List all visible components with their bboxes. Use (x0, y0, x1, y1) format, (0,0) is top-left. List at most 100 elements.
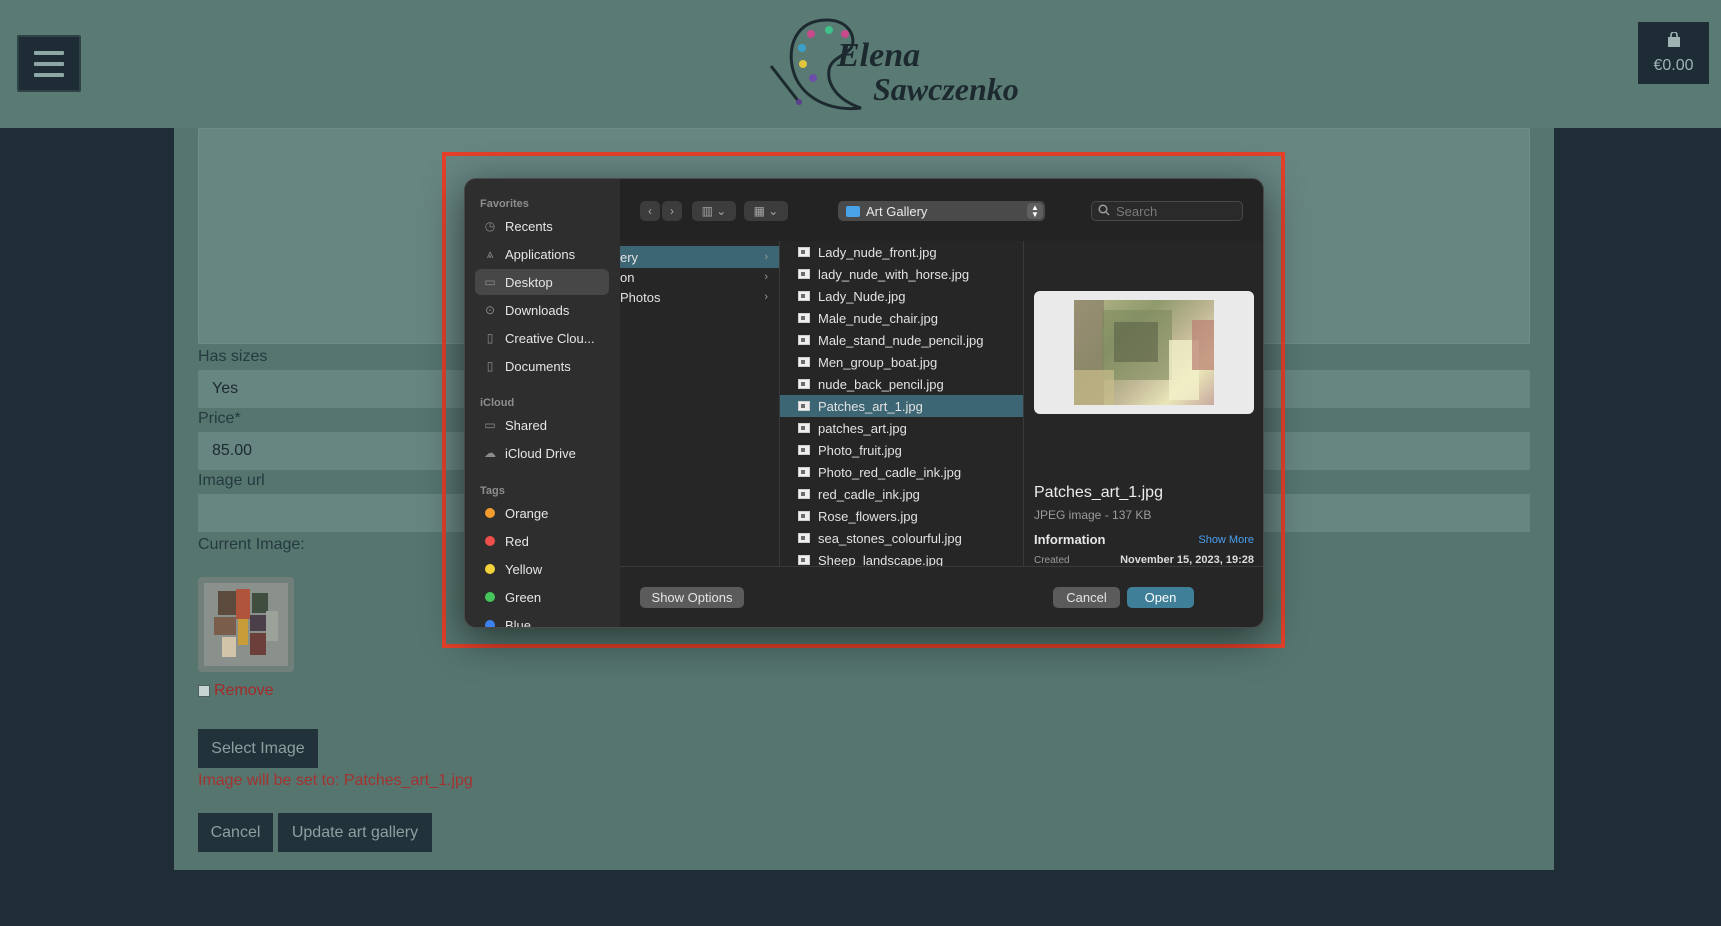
folder-icon (846, 205, 860, 217)
sidebar-tag-red[interactable]: Red (475, 528, 609, 554)
file-row[interactable]: Photo_red_cadle_ink.jpg (780, 461, 1023, 483)
dialog-sidebar: Favorites ◷ Recents ⩓ Applications ▭ Des… (465, 179, 620, 627)
sidebar-item-recents[interactable]: ◷ Recents (475, 213, 609, 239)
logo-text-first: Elena (836, 37, 920, 74)
site-logo[interactable]: Elena Sawczenko (765, 8, 1055, 120)
menu-bar (34, 50, 64, 55)
column-item-gallery[interactable]: ery › (620, 246, 779, 268)
select-image-button[interactable]: Select Image (198, 729, 318, 768)
sidebar-item-downloads[interactable]: ⊙ Downloads (475, 297, 609, 323)
search-field[interactable]: Search (1091, 201, 1243, 221)
file-row[interactable]: Male_stand_nude_pencil.jpg (780, 329, 1023, 351)
hamburger-menu-button[interactable] (17, 35, 81, 92)
cart-button[interactable]: €0.00 (1638, 22, 1709, 84)
green-tag-dot-icon (485, 592, 495, 602)
sidebar-tag-yellow[interactable]: Yellow (475, 556, 609, 582)
forward-button[interactable]: › (662, 201, 682, 221)
show-options-button[interactable]: Show Options (640, 587, 744, 608)
sidebar-item-label: Green (505, 589, 542, 605)
column-item-label: on (620, 269, 635, 285)
image-file-icon (798, 511, 810, 521)
file-name: nude_back_pencil.jpg (818, 376, 944, 392)
image-file-icon (798, 313, 810, 323)
file-row[interactable]: Photo_fruit.jpg (780, 439, 1023, 461)
sidebar-item-icloud-drive[interactable]: ☁ iCloud Drive (475, 440, 609, 466)
remove-image-checkbox-row[interactable]: Remove (198, 682, 274, 700)
back-button[interactable]: ‹ (640, 201, 660, 221)
created-label: Created (1034, 555, 1070, 566)
shopping-bag-icon (1667, 30, 1681, 53)
file-name: lady_nude_with_horse.jpg (818, 266, 970, 282)
sidebar-item-label: Recents (505, 218, 553, 234)
file-row[interactable]: Men_group_boat.jpg (780, 351, 1023, 373)
update-art-gallery-button[interactable]: Update art gallery (278, 813, 432, 852)
location-label: Art Gallery (866, 203, 928, 219)
yellow-tag-dot-icon (485, 564, 495, 574)
current-image-label: Current Image: (198, 536, 305, 553)
file-list-column: Lady_nude_front.jpg lady_nude_with_horse… (780, 241, 1024, 566)
column-item-label: Photos (620, 289, 661, 305)
file-name: Male_nude_chair.jpg (818, 310, 938, 326)
file-name: sea_stones_colourful.jpg (818, 530, 962, 546)
cancel-button[interactable]: Cancel (1053, 587, 1120, 608)
site-header: Elena Sawczenko €0.00 (0, 0, 1721, 128)
file-name: patches_art.jpg (818, 420, 907, 436)
column-item-label: ery (620, 249, 639, 265)
sidebar-tag-orange[interactable]: Orange (475, 500, 609, 526)
cancel-form-button[interactable]: Cancel (198, 813, 273, 852)
file-row[interactable]: Lady_nude_front.jpg (780, 241, 1023, 263)
column-item-photos[interactable]: Photos › (620, 286, 779, 308)
image-file-icon (798, 555, 810, 565)
sidebar-item-label: Downloads (505, 302, 570, 318)
sidebar-tag-blue[interactable]: Blue (475, 612, 609, 627)
preview-image (1034, 291, 1254, 414)
chevron-right-icon: › (764, 291, 768, 303)
file-row[interactable]: sea_stones_colourful.jpg (780, 527, 1023, 549)
group-by-button[interactable]: ▦ ⌄ (744, 201, 788, 221)
sidebar-item-label: Red (505, 533, 529, 549)
file-row[interactable]: nude_back_pencil.jpg (780, 373, 1023, 395)
file-name: Lady_nude_front.jpg (818, 244, 937, 260)
sidebar-tag-green[interactable]: Green (475, 584, 609, 610)
view-mode-button[interactable]: ▥ ⌄ (692, 201, 736, 221)
sidebar-item-creative-cloud[interactable]: ▯ Creative Clou... (475, 325, 609, 351)
file-row[interactable]: red_cadle_ink.jpg (780, 483, 1023, 505)
file-row[interactable]: patches_art.jpg (780, 417, 1023, 439)
show-more-link[interactable]: Show More (1198, 534, 1254, 546)
logo-text-last: Sawczenko (873, 71, 1019, 107)
file-row[interactable]: Male_nude_chair.jpg (780, 307, 1023, 329)
dialog-bottom-bar: Show Options Cancel Open (620, 566, 1263, 627)
document-icon: ▯ (486, 331, 494, 345)
favorites-heading: Favorites (480, 198, 529, 210)
image-file-icon (798, 533, 810, 543)
applications-icon: ⩓ (486, 246, 494, 261)
cloud-icon: ☁ (484, 446, 496, 460)
column-item-on[interactable]: on › (620, 266, 779, 288)
image-file-icon (798, 247, 810, 257)
file-row[interactable]: Rose_flowers.jpg (780, 505, 1023, 527)
sidebar-item-desktop[interactable]: ▭ Desktop (475, 269, 609, 295)
remove-checkbox[interactable] (198, 685, 210, 697)
sidebar-item-shared[interactable]: ▭ Shared (475, 412, 609, 438)
sidebar-item-applications[interactable]: ⩓ Applications (475, 241, 609, 267)
sidebar-item-label: Orange (505, 505, 549, 521)
has-sizes-label: Has sizes (198, 348, 268, 365)
dialog-toolbar: ‹ › ▥ ⌄ ▦ ⌄ Art Gallery ▲ ▼ Search (620, 179, 1263, 241)
open-button[interactable]: Open (1127, 587, 1194, 608)
search-placeholder: Search (1116, 203, 1158, 219)
file-name: Patches_art_1.jpg (818, 398, 923, 414)
file-name: red_cadle_ink.jpg (818, 486, 920, 502)
location-popup[interactable]: Art Gallery ▲ ▼ (838, 201, 1045, 221)
file-row[interactable]: Sheep_landscape.jpg (780, 549, 1023, 566)
sidebar-item-label: Applications (505, 246, 576, 262)
clock-icon: ◷ (484, 219, 496, 233)
image-notice: Image will be set to: Patches_art_1.jpg (198, 772, 473, 789)
file-row[interactable]: Lady_Nude.jpg (780, 285, 1023, 307)
sidebar-item-documents[interactable]: ▯ Documents (475, 353, 609, 379)
file-row[interactable]: lady_nude_with_horse.jpg (780, 263, 1023, 285)
file-name: Men_group_boat.jpg (818, 354, 938, 370)
image-file-icon (798, 489, 810, 499)
file-row-selected[interactable]: Patches_art_1.jpg (780, 395, 1023, 417)
menu-bar (34, 72, 64, 77)
image-file-icon (798, 401, 810, 411)
